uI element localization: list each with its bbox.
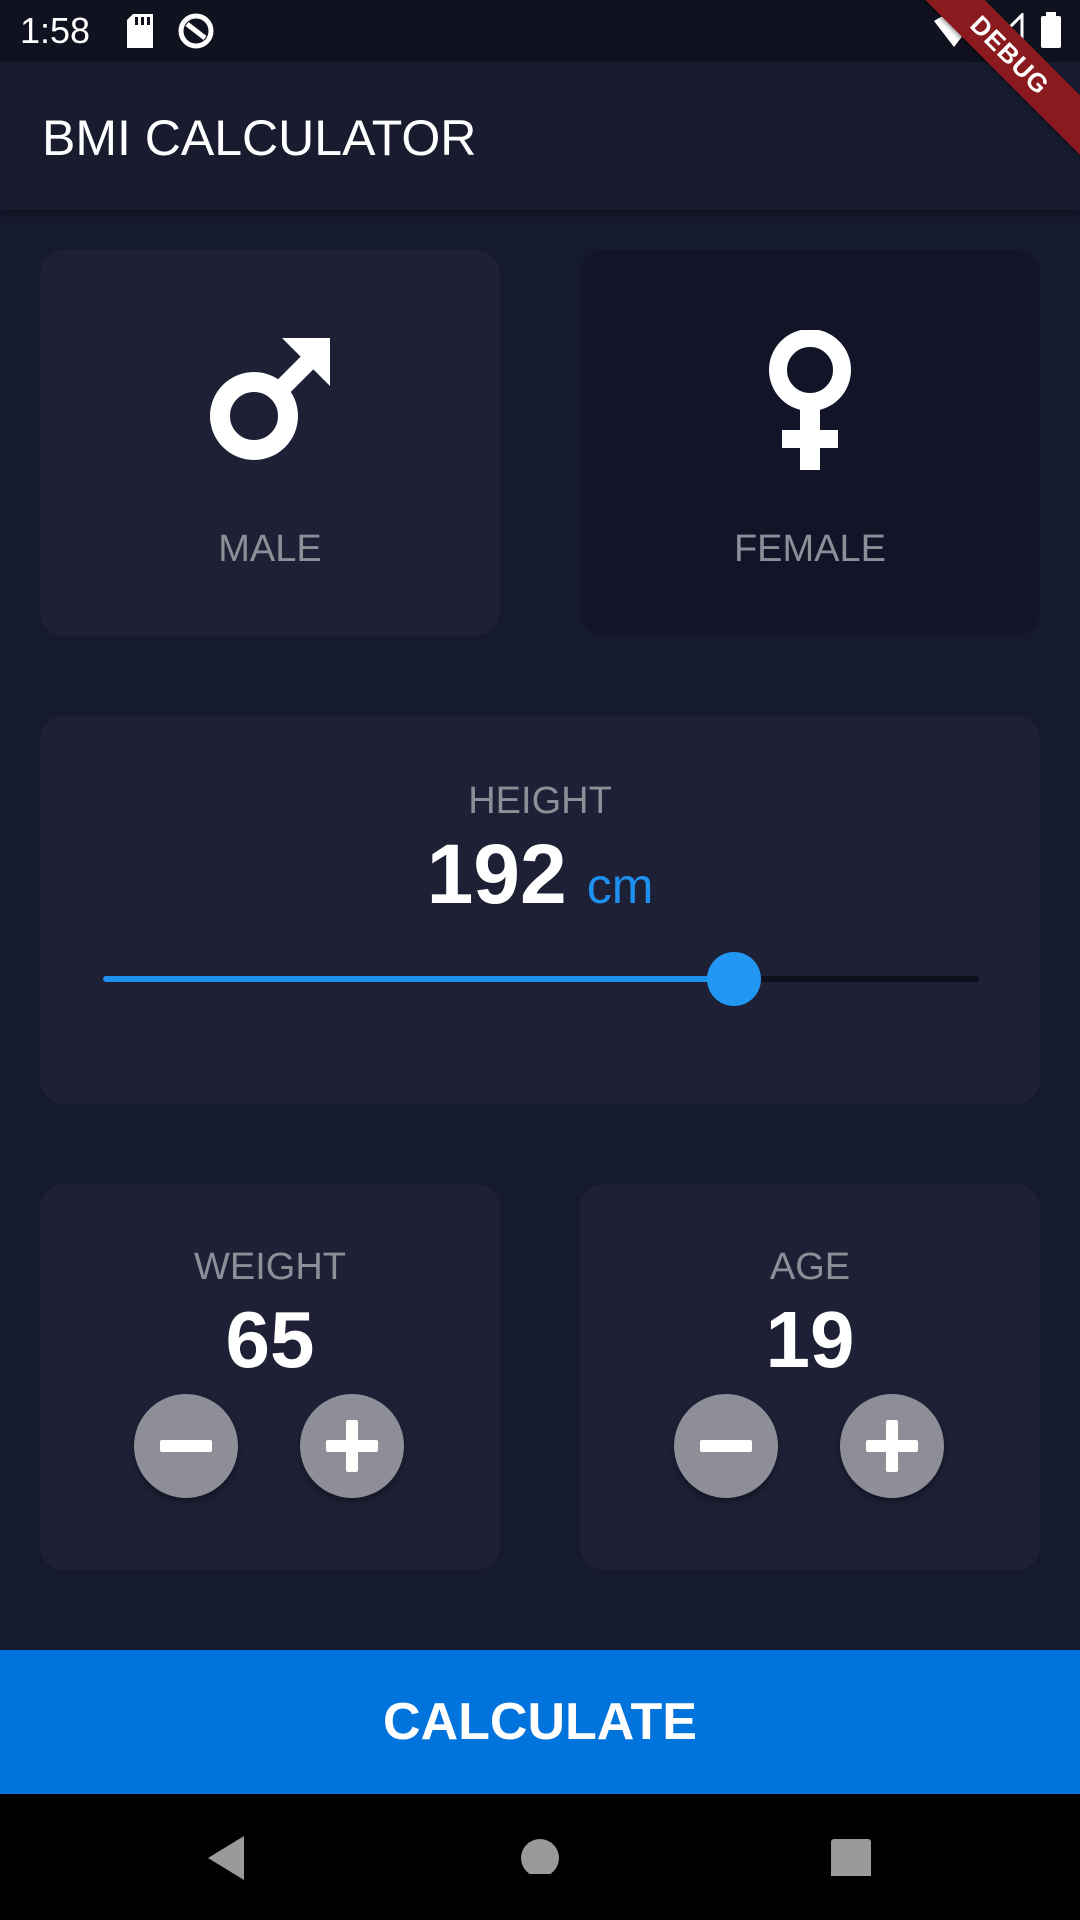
data-saver-icon bbox=[177, 12, 215, 55]
age-value: 19 bbox=[765, 1295, 855, 1384]
female-card[interactable]: FEMALE bbox=[580, 250, 1040, 636]
navigation-bar bbox=[0, 1794, 1080, 1920]
weight-value: 65 bbox=[225, 1295, 315, 1384]
height-slider-active-track bbox=[103, 976, 734, 982]
app-bar: BMI CALCULATOR bbox=[0, 62, 1080, 210]
height-value-row: 192 cm bbox=[40, 826, 1040, 923]
height-value: 192 bbox=[426, 827, 567, 921]
recents-icon[interactable] bbox=[830, 1834, 872, 1881]
age-increment-button[interactable] bbox=[840, 1394, 944, 1498]
height-slider[interactable] bbox=[103, 952, 979, 1006]
back-icon[interactable] bbox=[204, 1834, 248, 1887]
male-symbol-icon bbox=[210, 338, 330, 467]
home-icon[interactable] bbox=[520, 1834, 560, 1879]
weight-decrement-button[interactable] bbox=[134, 1394, 238, 1498]
sd-card-icon bbox=[125, 14, 155, 53]
height-slider-thumb[interactable] bbox=[706, 952, 761, 1006]
height-label: HEIGHT bbox=[468, 780, 612, 822]
age-decrement-button[interactable] bbox=[674, 1394, 778, 1498]
height-card: HEIGHT 192 cm bbox=[40, 716, 1040, 1104]
weight-label: WEIGHT bbox=[194, 1246, 346, 1288]
app-title: BMI CALCULATOR bbox=[42, 110, 477, 166]
status-time: 1:58 bbox=[20, 10, 91, 51]
female-symbol-icon bbox=[764, 329, 856, 475]
age-label: AGE bbox=[769, 1246, 851, 1288]
calculate-button[interactable]: CALCULATE bbox=[0, 1650, 1080, 1794]
battery-icon bbox=[1040, 12, 1062, 53]
weight-card: WEIGHT 65 bbox=[40, 1184, 500, 1570]
female-label: FEMALE bbox=[733, 528, 887, 570]
height-unit: cm bbox=[586, 858, 654, 914]
status-icons-left bbox=[125, 12, 215, 55]
male-label: MALE bbox=[218, 528, 322, 570]
age-card: AGE 19 bbox=[580, 1184, 1040, 1570]
weight-increment-button[interactable] bbox=[300, 1394, 404, 1498]
male-card[interactable]: MALE bbox=[40, 250, 500, 636]
status-bar: 1:58 bbox=[0, 0, 1080, 62]
